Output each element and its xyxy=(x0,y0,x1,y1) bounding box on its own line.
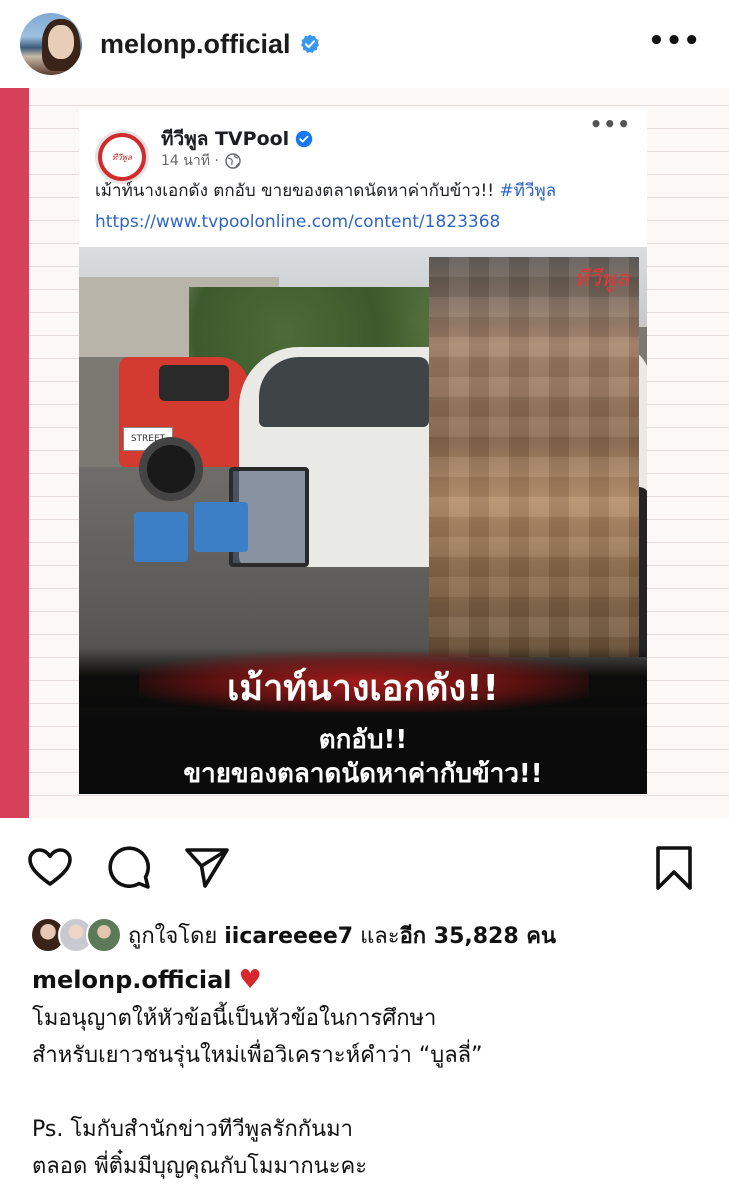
post-header: melonp.official ••• xyxy=(0,0,729,88)
fb-caption: เม้าท์นางเอกดัง ตกอับ ขายของตลาดนัดหาค่า… xyxy=(95,176,635,238)
caption-line: สำหรับเยาวชนรุ่นใหม่เพื่อวิเคราะห์คำว่า … xyxy=(32,1043,483,1068)
profile-avatar[interactable] xyxy=(20,13,82,75)
notebook-margin xyxy=(0,88,29,818)
post-username[interactable]: melonp.official xyxy=(100,29,291,60)
caption-header-line: melonp.official ♥ xyxy=(32,962,712,1000)
more-options-icon[interactable]: ••• xyxy=(648,28,701,54)
comment-icon[interactable] xyxy=(105,844,153,892)
bookmark-icon[interactable] xyxy=(650,844,698,892)
photo-red-car-window xyxy=(159,365,229,401)
news-photo: STREET ทีวีพูล เม้าท์นางเอกดัง!! ตกอับ!!… xyxy=(79,247,647,794)
photo-watermark: ทีวีพูล xyxy=(574,267,629,292)
heart-icon[interactable] xyxy=(26,844,74,892)
fb-more-icon: ••• xyxy=(589,112,631,136)
fb-time-text: 14 นาที · xyxy=(161,153,219,169)
photo-wheel xyxy=(139,437,203,501)
fb-caption-text: เม้าท์นางเอกดัง ตกอับ ขายของตลาดนัดหาค่า… xyxy=(95,181,500,201)
likes-prefix: ถูกใจโดย xyxy=(128,923,225,949)
verified-badge-icon xyxy=(300,34,319,54)
post-caption: melonp.official ♥ โมอนุญาตให้หัวข้อนี้เป… xyxy=(32,962,712,1185)
caption-line: โมอนุญาตให้หัวข้อนี้เป็นหัวข้อในการศึกษา xyxy=(32,1006,437,1031)
facebook-post-card: ทีวีพูล ทีวีพูล TVPool 14 นาที · ••• เม้… xyxy=(79,108,647,794)
fb-post-time: 14 นาที · xyxy=(161,150,241,172)
tvpool-logo-inner: ทีวีพูล xyxy=(102,137,142,177)
fb-hashtag: #ทีวีพูล xyxy=(499,181,557,201)
post-image[interactable]: ทีวีพูล ทีวีพูล TVPool 14 นาที · ••• เม้… xyxy=(0,88,729,818)
tvpool-logo-text: ทีวีพูล xyxy=(112,152,132,162)
photo-stool xyxy=(134,512,188,562)
send-icon[interactable] xyxy=(183,844,231,892)
liker-avatars xyxy=(30,917,122,953)
caption-username[interactable]: melonp.official xyxy=(32,966,232,994)
likes-row[interactable]: ถูกใจโดย iicareeee7 และอีก 35,828 คน xyxy=(30,912,556,958)
fb-link: https://www.tvpoolonline.com/content/182… xyxy=(95,212,501,232)
photo-white-car-window xyxy=(259,357,429,427)
action-bar xyxy=(0,818,729,914)
liker-avatar xyxy=(86,917,122,953)
pixelated-person xyxy=(429,257,639,657)
likes-middle: และ xyxy=(353,923,400,949)
liker-username[interactable]: iicareeee7 xyxy=(224,924,353,949)
likes-text: ถูกใจโดย iicareeee7 และอีก 35,828 คน xyxy=(128,918,556,953)
likes-count[interactable]: อีก 35,828 คน xyxy=(400,924,557,949)
photo-headline: เม้าท์นางเอกดัง!! xyxy=(227,668,499,709)
globe-icon xyxy=(225,153,241,169)
caption-line: Ps. โมกับสำนักข่าวทีวีพูลรักกันมา xyxy=(32,1117,354,1142)
avatar-face xyxy=(48,25,74,59)
caption-line: ตลอด พี่ติ๋มมีบุญคุณกับโมมากนะคะ xyxy=(32,1154,368,1179)
red-heart-icon: ♥ xyxy=(238,965,262,995)
fb-verified-icon xyxy=(295,130,313,148)
photo-stool xyxy=(194,502,248,552)
photo-subheadline-2: ขายของตลาดนัดหาค่ากับข้าว!! xyxy=(183,759,543,789)
